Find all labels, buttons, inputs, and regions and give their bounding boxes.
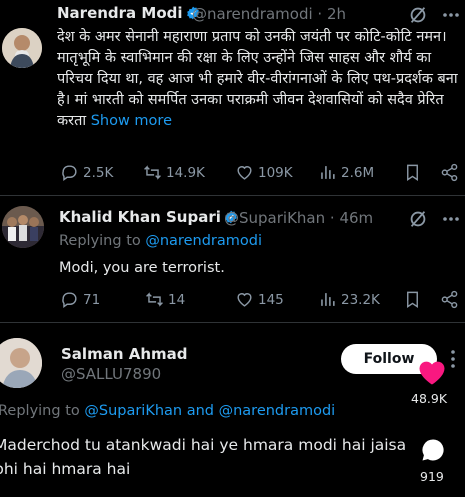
more-options-vertical-icon[interactable] xyxy=(446,348,460,370)
avatar-khalid-khan[interactable] xyxy=(2,206,44,248)
retweet-count: 14.9K xyxy=(166,164,205,181)
author-name-text: Salman Ahmad xyxy=(61,345,188,363)
retweet-icon xyxy=(144,165,161,180)
like-count: 48.9K xyxy=(411,391,447,406)
avatar-narendra-modi[interactable] xyxy=(2,28,42,68)
views-count: 2.6M xyxy=(341,164,375,181)
show-more-link[interactable]: Show more xyxy=(91,113,172,129)
author-name-text: Khalid Khan Supari xyxy=(59,208,221,226)
replying-to: Replying to @SupariKhan and @narendramod… xyxy=(0,403,335,419)
author-handle: @narendramodi · 2h xyxy=(192,5,346,23)
like-count-text: 48.9K xyxy=(411,391,448,406)
views-button[interactable]: 2.6M xyxy=(318,163,374,182)
author-handle: @SALLU7890 xyxy=(61,365,161,383)
grok-icon[interactable] xyxy=(407,4,429,26)
more-options-icon[interactable] xyxy=(441,4,461,26)
author-name-text: Narendra Modi xyxy=(57,4,183,22)
author-handle: @SupariKhan · 46m xyxy=(224,209,373,227)
share-icon[interactable] xyxy=(440,163,459,182)
author-name[interactable]: Narendra Modi xyxy=(57,4,200,22)
heart-icon xyxy=(237,293,252,307)
reply-icon xyxy=(62,165,77,182)
tweet-text: Modi, you are terrorist. xyxy=(59,258,225,279)
divider xyxy=(0,322,465,323)
divider xyxy=(0,195,465,196)
bookmark-icon[interactable] xyxy=(403,163,422,182)
comment-count-text: 919 xyxy=(420,469,444,484)
retweet-count: 14 xyxy=(168,291,186,308)
share-icon[interactable] xyxy=(440,290,459,309)
bookmark-icon[interactable] xyxy=(403,290,422,309)
reply-count: 71 xyxy=(83,291,101,308)
retweet-button[interactable]: 14 xyxy=(145,290,185,309)
retweet-button[interactable]: 14.9K xyxy=(143,163,205,182)
like-count: 109K xyxy=(258,164,293,181)
tweet-text: देश के अमर सेनानी महाराणा प्रताप को उनकी… xyxy=(57,27,463,132)
replying-to-label: Replying to xyxy=(59,233,141,249)
author-name[interactable]: Khalid Khan Supari xyxy=(59,208,238,226)
like-count: 145 xyxy=(258,291,284,308)
views-icon xyxy=(321,293,335,306)
reply-text: Maderchod tu atankwadi hai ye hmara modi… xyxy=(0,433,406,481)
comment-count: 919 xyxy=(420,469,444,484)
reply-icon xyxy=(62,292,77,309)
reply-button[interactable]: 2.5K xyxy=(60,163,113,182)
views-count: 23.2K xyxy=(341,291,380,308)
author-name[interactable]: Salman Ahmad xyxy=(61,345,188,363)
reply-text-line: Maderchod tu atankwadi hai ye hmara modi… xyxy=(0,436,407,454)
replying-to-label: Replying to xyxy=(0,403,80,419)
like-button[interactable]: 109K xyxy=(235,163,293,182)
author-handle-text: @SALLU7890 xyxy=(61,365,162,383)
avatar-salman-ahmad[interactable] xyxy=(0,338,42,388)
heart-filled-icon[interactable] xyxy=(417,358,447,386)
tweet-time[interactable]: · 46m xyxy=(330,209,373,227)
comment-icon[interactable] xyxy=(418,436,448,464)
reply-button[interactable]: 71 xyxy=(60,290,100,309)
follow-button-label: Follow xyxy=(363,351,415,367)
author-handle-text: @SupariKhan xyxy=(224,209,326,227)
tweet-time[interactable]: · 2h xyxy=(317,5,346,23)
replying-to-handles[interactable]: @SupariKhan and @narendramodi xyxy=(84,403,335,419)
heart-icon xyxy=(237,166,252,180)
reply-text-line: bhi hai hmara hai xyxy=(0,460,131,478)
retweet-icon xyxy=(146,292,163,307)
author-handle-text: @narendramodi xyxy=(192,5,313,23)
reply-count: 2.5K xyxy=(83,164,114,181)
like-button[interactable]: 145 xyxy=(235,290,284,309)
views-icon xyxy=(321,166,335,179)
tweet-text-content: Modi, you are terrorist. xyxy=(59,260,225,276)
replying-to-handle[interactable]: @narendramodi xyxy=(145,233,262,249)
more-options-icon[interactable] xyxy=(441,208,461,230)
views-button[interactable]: 23.2K xyxy=(318,290,380,309)
replying-to: Replying to @narendramodi xyxy=(59,233,262,249)
grok-icon[interactable] xyxy=(407,208,429,230)
